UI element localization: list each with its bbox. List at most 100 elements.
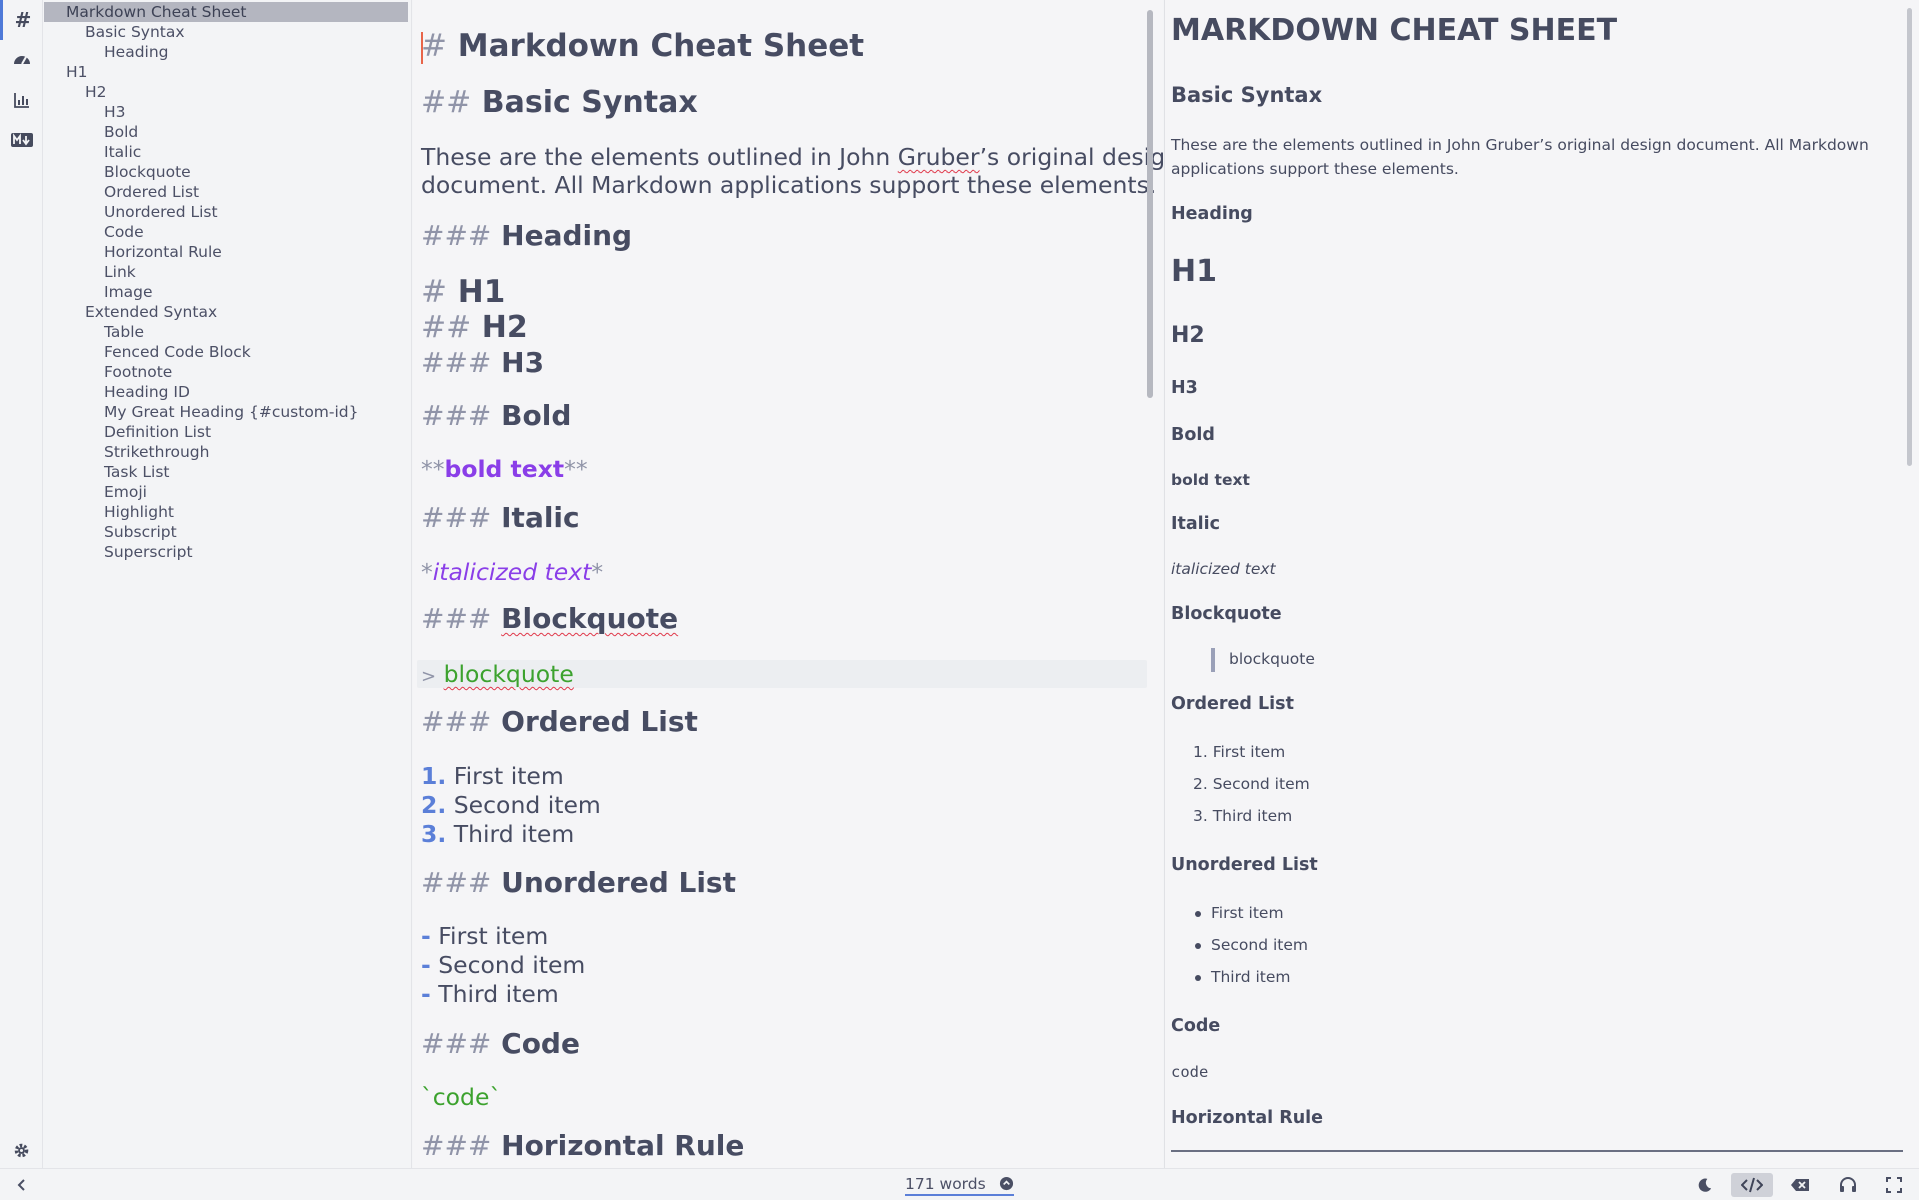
moon-icon [1698,1178,1711,1192]
preview-quote-text: blockquote [1229,650,1315,668]
list-item-text: Second item [438,951,586,979]
settings-button[interactable] [0,1130,43,1170]
toc-item[interactable]: Footnote [44,362,408,382]
list-item-text: First item [453,762,564,790]
toc-item[interactable]: Emoji [44,482,408,502]
toc-item[interactable]: Ordered List [44,182,408,202]
editor-bold-line[interactable]: **bold text** [421,455,588,483]
toc-item[interactable]: Fenced Code Block [44,342,408,362]
editor-title-line[interactable]: # Markdown Cheat Sheet [421,28,864,64]
editor-ordered-heading-line[interactable]: ### Ordered List [421,705,698,738]
toc-item[interactable]: Superscript [44,542,408,562]
editor-italic-heading-line[interactable]: ### Italic [421,501,580,534]
editor-h2-line[interactable]: ## H2 [421,310,528,345]
toc-item[interactable]: Italic [44,142,408,162]
toc-item[interactable]: My Great Heading {#custom-id} [44,402,408,422]
toc-item[interactable]: Markdown Cheat Sheet [44,2,408,22]
heading-marker: # [421,274,447,310]
editor-title: Markdown Cheat Sheet [457,28,865,64]
preview-unordered-heading: Unordered List [1171,855,1318,875]
toc-item[interactable]: Extended Syntax [44,302,408,322]
preview-code-text: code [1171,1063,1209,1081]
fullscreen-icon [1886,1177,1902,1193]
editor-heading-line[interactable]: ### Heading [421,219,632,252]
intro-text: ’s original design [979,143,1163,171]
editor-quote-line[interactable]: > blockquote [421,660,574,691]
toc-item[interactable]: Blockquote [44,162,408,182]
editor-unordered-item-1[interactable]: - First item [421,922,548,950]
italic-marker: * [591,558,604,586]
preview-pane: MARKDOWN CHEAT SHEET Basic Syntax These … [1164,0,1919,1168]
collapse-sidebar-button[interactable] [10,1173,34,1197]
toc-item[interactable]: Code [44,222,408,242]
editor-h1-line[interactable]: # H1 [421,274,505,310]
toc-item[interactable]: Definition List [44,422,408,442]
typewriter-mode-button[interactable] [1834,1173,1862,1197]
dark-mode-button[interactable] [1690,1173,1718,1197]
toc-item[interactable]: Heading ID [44,382,408,402]
markdown-tab-button[interactable] [0,120,43,160]
bullet-dot [1195,943,1201,949]
toc-item[interactable]: Image [44,282,408,302]
editor-ordered-item-1[interactable]: 1. First item [421,762,564,790]
quote-marker: > [421,666,437,687]
list-item-text: Third item [438,980,559,1008]
editor-italic-line[interactable]: *italicized text* [421,558,603,586]
editor-intro-line-2[interactable]: document. All Markdown applications supp… [421,171,1156,199]
toc-item[interactable]: Task List [44,462,408,482]
preview-unordered-item: Second item [1211,936,1308,954]
editor-blockquote-heading-line[interactable]: ### Blockquote [421,602,678,635]
editor-hr-heading: Horizontal Rule [501,1129,745,1162]
editor-hr-heading-line[interactable]: ### Horizontal Rule [421,1129,744,1162]
editor-scrollbar[interactable] [1147,10,1153,398]
toc-item[interactable]: H1 [44,62,408,82]
editor-code-line[interactable]: `code` [421,1083,501,1111]
heading-marker: ### [421,1129,492,1162]
list-item-text: First item [438,922,549,950]
gear-icon [14,1143,29,1157]
editor-basic-line[interactable]: ## Basic Syntax [421,85,698,120]
editor-h3-line[interactable]: ### H3 [421,346,544,379]
fullscreen-button[interactable] [1880,1173,1908,1197]
toc-tab-button[interactable]: # [0,0,43,40]
toc-item[interactable]: Basic Syntax [44,22,408,42]
italic-marker: * [421,558,433,586]
stats-tab-button[interactable] [0,80,43,120]
intro-text: These are the elements outlined in John [421,143,898,171]
editor-intro-line-1[interactable]: These are the elements outlined in John … [421,143,1163,171]
editor-ordered-item-2[interactable]: 2. Second item [421,791,601,819]
code-view-icon [1741,1177,1763,1193]
toc-item[interactable]: Highlight [44,502,408,522]
editor-code-heading-line[interactable]: ### Code [421,1027,580,1060]
dashboard-tab-button[interactable] [0,40,43,80]
editor-ordered-item-3[interactable]: 3. Third item [421,820,574,848]
toc-item[interactable]: H2 [44,82,408,102]
editor-unordered-heading-line[interactable]: ### Unordered List [421,866,736,899]
blockquote-bar [1211,648,1215,672]
preview-hr-heading: Horizontal Rule [1171,1108,1324,1128]
icon-rail: # [0,0,43,1168]
list-bullet: - [421,922,431,950]
toc-item[interactable]: Strikethrough [44,442,408,462]
clear-button[interactable] [1786,1173,1814,1197]
toc-item[interactable]: Heading [44,42,408,62]
editor-bold-heading-line[interactable]: ### Bold [421,399,571,432]
toc-item[interactable]: Horizontal Rule [44,242,408,262]
preview-scrollbar[interactable] [1907,8,1912,466]
preview-ordered-heading: Ordered List [1171,694,1294,714]
heading-marker: ## [421,310,472,345]
bullet-dot [1195,975,1201,981]
editor-pane[interactable]: # Markdown Cheat Sheet ## Basic Syntax T… [413,0,1163,1168]
toc-item[interactable]: Subscript [44,522,408,542]
source-mode-button[interactable] [1731,1173,1773,1197]
preview-intro: These are the elements outlined in John … [1171,136,1869,178]
editor-unordered-item-3[interactable]: - Third item [421,980,559,1008]
toc-item[interactable]: H3 [44,102,408,122]
toc-item[interactable]: Bold [44,122,408,142]
toc-item[interactable]: Link [44,262,408,282]
preview-h2: H2 [1171,323,1205,348]
toc-item[interactable]: Unordered List [44,202,408,222]
editor-unordered-item-2[interactable]: - Second item [421,951,585,979]
word-count[interactable]: 171 words [905,1175,1014,1196]
toc-item[interactable]: Table [44,322,408,342]
